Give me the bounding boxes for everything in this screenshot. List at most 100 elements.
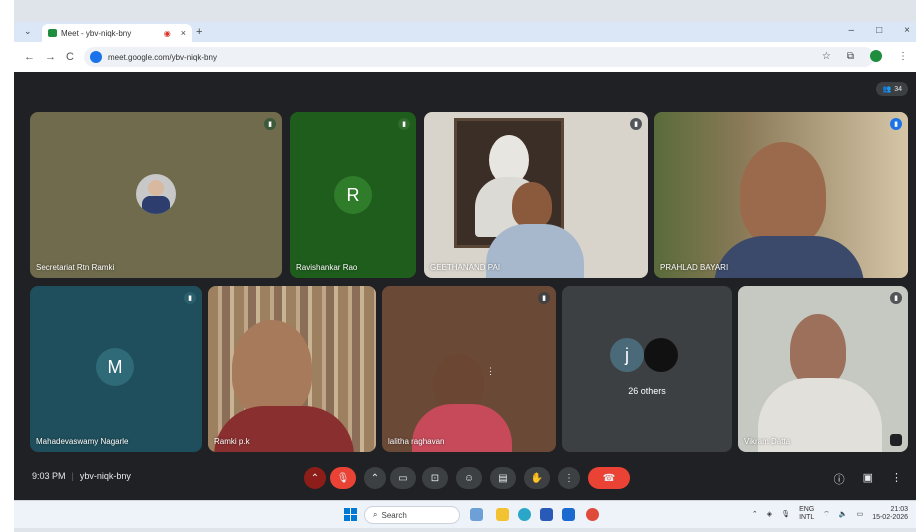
window-controls: – □ × [849, 25, 910, 36]
browser-tab-bar: ⌄ Meet - ybv-niqk-bny ◉ × + – □ × [14, 22, 916, 42]
tab-title: Meet - ybv-niqk-bny [61, 28, 132, 38]
video-tile[interactable]: M ▮ Mahadevaswamy Nagarle [30, 286, 202, 452]
video-tile[interactable]: ▮ GEETHANAND PAI [424, 112, 648, 278]
participant-body [486, 224, 584, 278]
participant-name: lalitha raghavan [388, 437, 445, 446]
windows-logo-part [351, 515, 357, 521]
video-tile[interactable]: ▮ ⋮ lalitha raghavan [382, 286, 556, 452]
pin-icon[interactable] [890, 434, 902, 446]
reload-button[interactable]: C [66, 51, 74, 63]
forward-button[interactable]: → [45, 51, 56, 63]
others-count: 26 others [628, 386, 666, 396]
meeting-details-icon[interactable]: ⓘ [834, 471, 845, 487]
back-button[interactable]: ← [24, 51, 35, 63]
tab-list-icon[interactable]: ⌄ [24, 26, 32, 37]
more-vert-icon: ⋮ [564, 472, 574, 484]
restore-button[interactable]: □ [876, 25, 882, 36]
url-text: meet.google.com/ybv-niqk-bny [108, 52, 217, 62]
avatar-initial: j [625, 344, 629, 365]
close-window-button[interactable]: × [904, 25, 910, 36]
participant-name: Mahadevaswamy Nagarle [36, 437, 129, 446]
file-explorer-icon[interactable] [496, 508, 509, 521]
mic-off-icon: ▮ [890, 292, 902, 304]
address-bar[interactable]: meet.google.com/ybv-niqk-bny [84, 47, 874, 67]
leave-call-button[interactable]: ☎ [588, 467, 630, 489]
meet-favicon-icon [48, 29, 57, 37]
video-tile[interactable]: Ramki p.k [208, 286, 376, 452]
lang-code: ENG [799, 506, 815, 513]
participant-video [512, 182, 552, 228]
store-icon[interactable] [540, 508, 553, 521]
video-tile[interactable]: ▮ Secretariat Rtn Ramki [30, 112, 282, 278]
profile-photo [644, 338, 678, 372]
tab-close-icon[interactable]: × [181, 28, 186, 38]
captions-button[interactable]: ▤ [490, 467, 516, 489]
participant-video [790, 314, 846, 386]
edge-icon[interactable] [518, 508, 531, 521]
battery-icon[interactable]: ▭ [857, 510, 864, 518]
captions-icon: ▤ [498, 472, 508, 484]
chat-icon[interactable]: ▣ [863, 471, 873, 487]
system-tray: ⌃ ◈ 🎙 ENG INTL ⌔ 🔈 ▭ 21:03 15-02-2026 [752, 506, 908, 522]
browser-menu-icon[interactable]: ⋮ [898, 51, 908, 62]
emoji-button[interactable]: ☺ [456, 467, 482, 489]
new-tab-button[interactable]: + [196, 26, 202, 38]
bookmark-star-icon[interactable]: ☆ [822, 51, 831, 62]
extensions-icon[interactable]: ⧉ [847, 51, 854, 62]
activities-icon[interactable]: ⋮ [891, 471, 902, 487]
initial-avatar: M [96, 348, 134, 386]
meeting-info: 9:03 PM | ybv-niqk-bny [32, 471, 131, 481]
start-button[interactable] [344, 508, 357, 521]
mic-tray-icon[interactable]: 🎙 [781, 510, 790, 518]
video-tile[interactable]: R ▮ Ravishankar Rao [290, 112, 416, 278]
camera-options-button[interactable]: ⌃ [364, 467, 386, 489]
profile-avatar[interactable] [870, 50, 882, 62]
windows-taskbar: ⌕ Search ⌃ ◈ 🎙 ENG INTL ⌔ 🔈 ▭ 21:03 15-0… [14, 500, 916, 528]
others-tile[interactable]: j 26 others [562, 286, 732, 452]
outlook-icon[interactable] [562, 508, 575, 521]
taskbar-search[interactable]: ⌕ Search [364, 506, 460, 524]
speaking-indicator-icon: ▮ [890, 118, 902, 130]
video-tile[interactable]: ▮ PRAHLAD BAYARI [654, 112, 908, 278]
windows-logo-icon [344, 508, 350, 514]
minimize-button[interactable]: – [849, 25, 855, 36]
hand-icon: ✋ [530, 472, 544, 484]
more-options-button[interactable]: ⋮ [558, 467, 580, 489]
participant-name: Ravishankar Rao [296, 263, 358, 272]
site-info-icon[interactable] [90, 51, 102, 63]
search-placeholder: Search [381, 510, 407, 520]
windows-logo-part [351, 508, 357, 514]
taskbar-clock[interactable]: 21:03 15-02-2026 [872, 506, 908, 522]
search-icon: ⌕ [373, 510, 378, 519]
mic-off-icon: ▮ [630, 118, 642, 130]
mic-options-button[interactable]: ⌃ [304, 467, 326, 489]
participants-badge[interactable]: 👥 34 [876, 82, 908, 96]
widgets-icon[interactable] [470, 508, 483, 521]
end-call-icon: ☎ [602, 472, 616, 484]
volume-icon[interactable]: 🔈 [839, 510, 848, 518]
side-controls: ⓘ ▣ ⋮ [834, 471, 902, 487]
camera-toggle-button[interactable]: ▭ [390, 467, 416, 489]
tray-overflow-icon[interactable]: ⌃ [752, 510, 758, 518]
chrome-icon[interactable] [586, 508, 599, 521]
clock-date: 15-02-2026 [872, 514, 908, 521]
mic-toggle-button[interactable]: 🎙 [330, 467, 356, 489]
camera-icon: ▭ [398, 472, 408, 484]
mic-icon: ▮ [398, 118, 410, 130]
mic-icon: ▮ [184, 292, 196, 304]
participant-video [232, 320, 312, 416]
windows-logo-part [344, 515, 350, 521]
present-button[interactable]: ⊡ [422, 467, 448, 489]
video-tile[interactable]: ▮ Vikram Datta [738, 286, 908, 452]
language-indicator[interactable]: ENG INTL [799, 506, 814, 522]
tray-app-icon[interactable]: ◈ [767, 510, 772, 518]
avatar-initial: R [346, 184, 360, 205]
screen: ⌄ Meet - ybv-niqk-bny ◉ × + – □ × ← → C … [14, 0, 916, 532]
participant-count: 34 [894, 85, 902, 93]
participant-name: PRAHLAD BAYARI [660, 263, 729, 272]
mic-muted-icon: 🎙 [336, 472, 350, 484]
tab-meet[interactable]: Meet - ybv-niqk-bny ◉ × [42, 24, 192, 42]
raise-hand-button[interactable]: ✋ [524, 467, 550, 489]
tile-options-icon[interactable]: ⋮ [486, 366, 495, 377]
wifi-icon[interactable]: ⌔ [823, 510, 830, 519]
